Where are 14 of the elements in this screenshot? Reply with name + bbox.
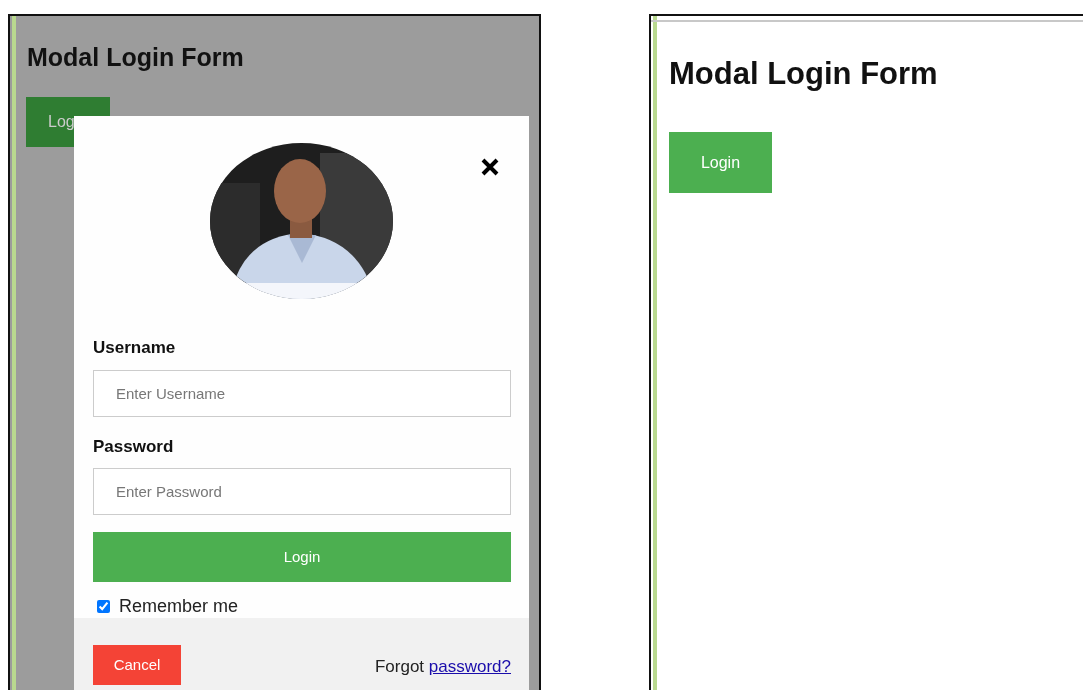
page-heading: Modal Login Form xyxy=(27,42,245,72)
field-label: Password xyxy=(93,435,175,458)
page-heading: Modal Login Form xyxy=(669,55,939,93)
username-field[interactable]: Enter Username xyxy=(93,369,511,417)
forgot-text: Forgot password? xyxy=(374,656,511,678)
checkbox-label: Remember me xyxy=(119,595,239,618)
remember-checkbox[interactable] xyxy=(97,600,110,613)
field-label: Username xyxy=(93,337,177,359)
password-link[interactable]: password? xyxy=(428,657,511,676)
password-field[interactable]: Enter Password xyxy=(93,468,511,515)
close-icon[interactable] xyxy=(481,158,499,176)
submit-button[interactable]: Login xyxy=(93,532,511,582)
login-button[interactable]: Login xyxy=(669,132,772,194)
cancel-button[interactable]: Cancel xyxy=(93,645,181,685)
